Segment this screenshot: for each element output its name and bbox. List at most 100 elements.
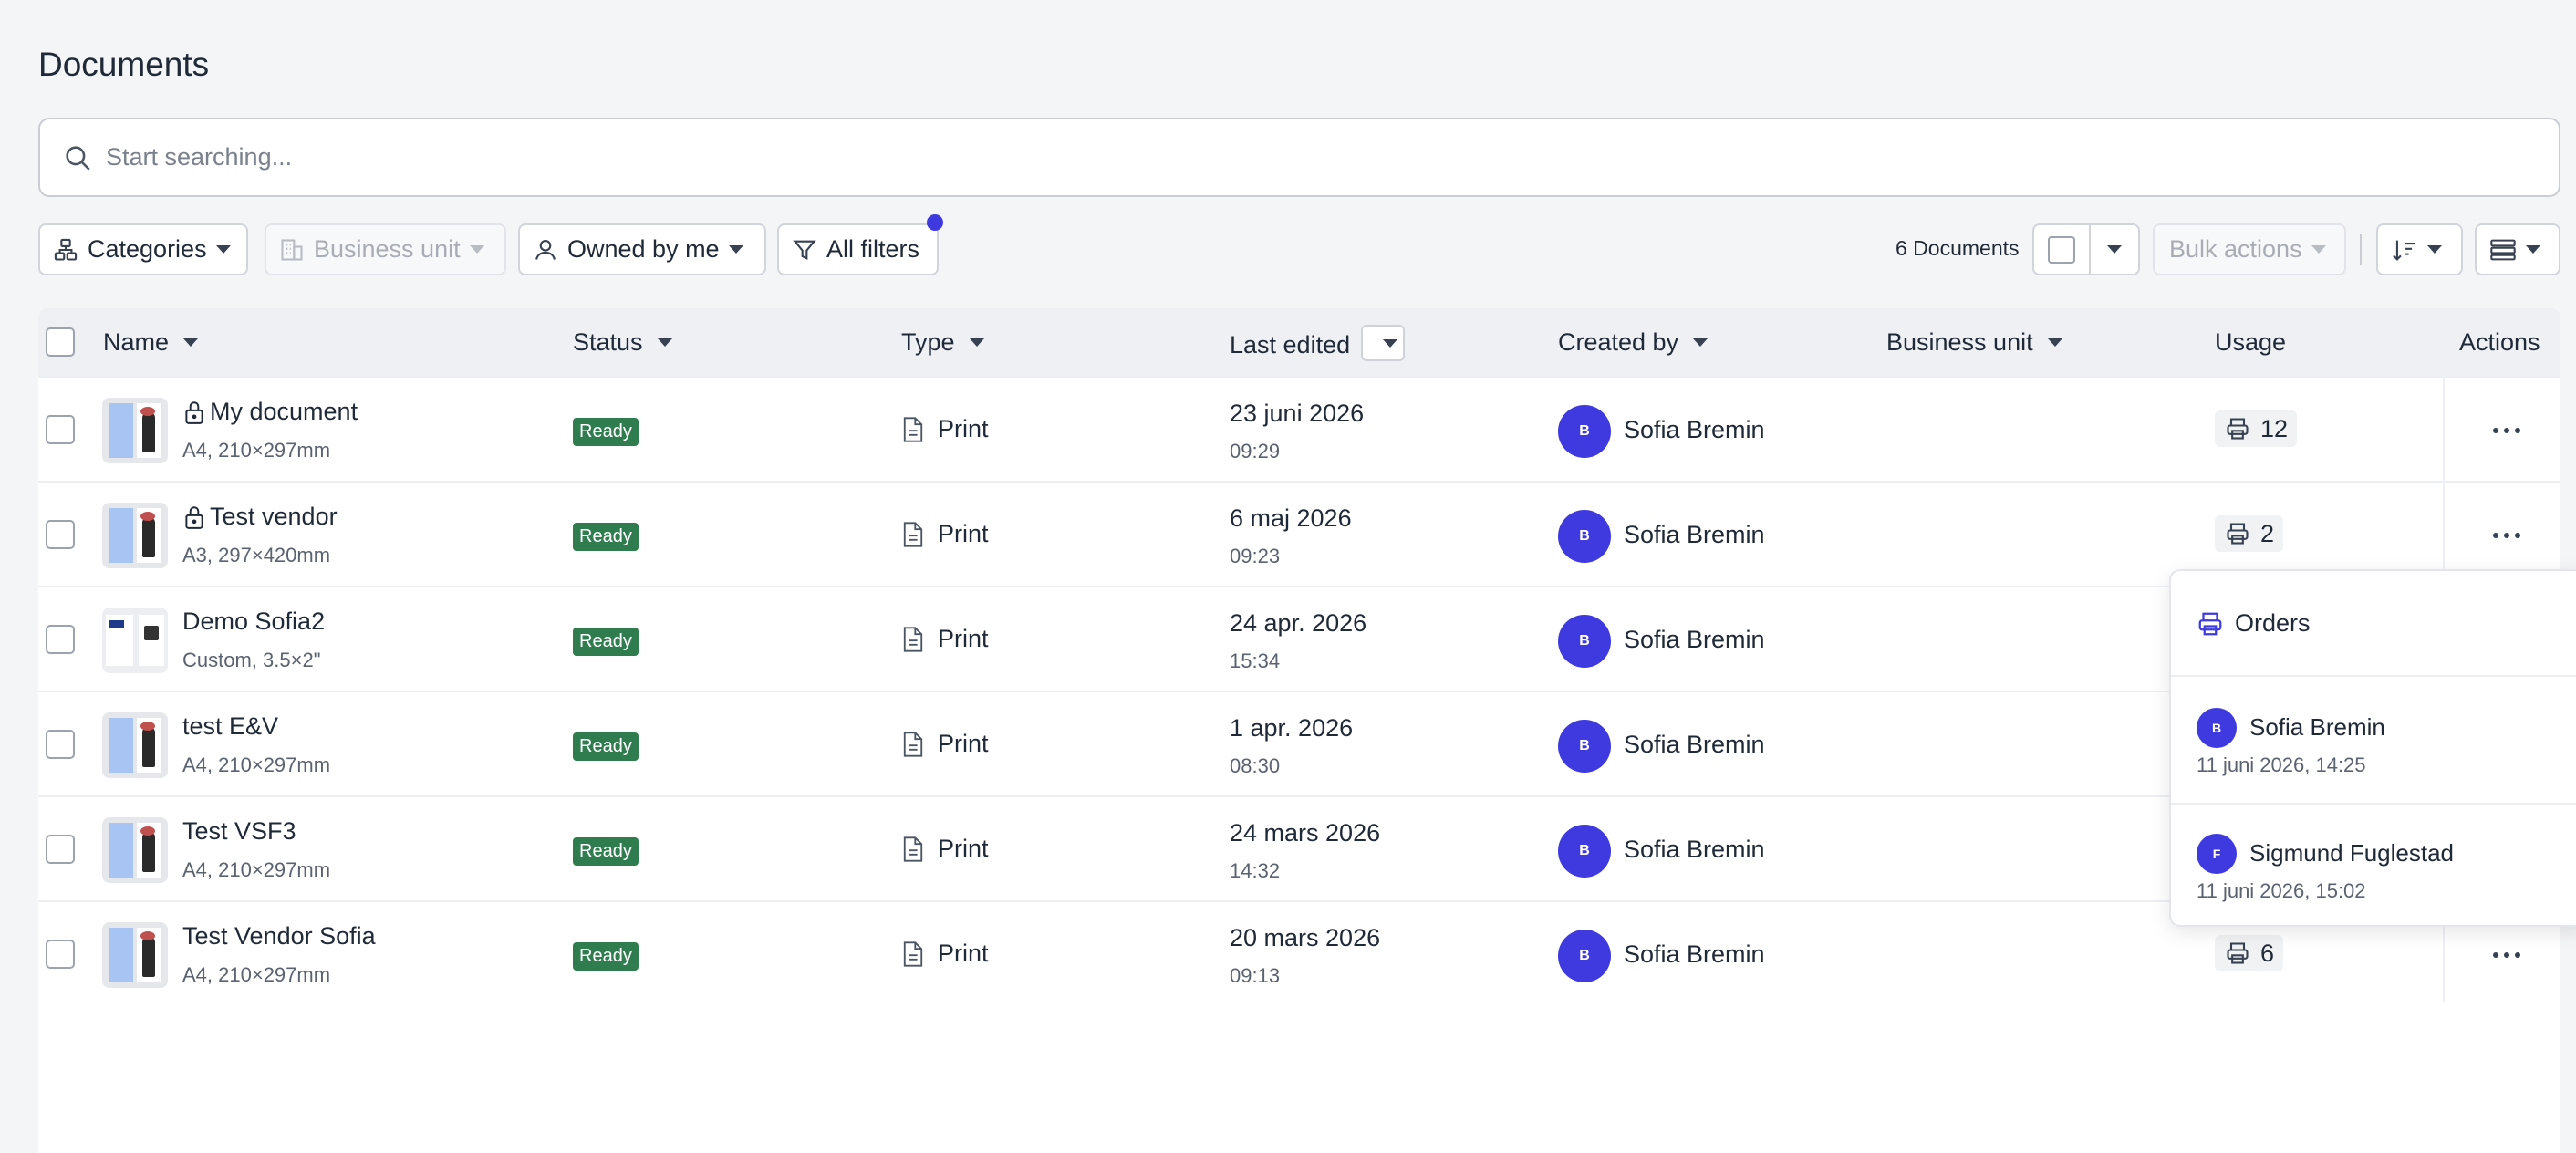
chevron-down-icon xyxy=(1383,338,1398,348)
usage-count: 12 xyxy=(2260,414,2289,442)
document-name[interactable]: Demo Sofia2 xyxy=(182,608,325,636)
document-icon xyxy=(903,836,923,862)
bulk-actions-label: Bulk actions xyxy=(2169,235,2302,263)
lock-icon xyxy=(185,505,203,529)
column-header-usage: Usage xyxy=(2215,328,2286,357)
search-bar[interactable] xyxy=(38,118,2560,197)
row-select-checkbox[interactable] xyxy=(46,940,75,969)
select-all-toggle[interactable] xyxy=(2032,223,2140,275)
last-edited-date: 24 apr. 2026 xyxy=(1230,609,1367,637)
document-thumbnail[interactable] xyxy=(102,922,168,988)
usage-count-button[interactable]: 12 xyxy=(2215,410,2298,447)
creator-name: Sofia Bremin xyxy=(1624,836,1765,863)
column-header-label: Actions xyxy=(2459,328,2540,356)
avatar: B xyxy=(1558,615,1611,668)
select-all-checkbox[interactable] xyxy=(2048,235,2075,264)
owned-by-label: Owned by me xyxy=(567,235,720,263)
table-row[interactable]: My document A4, 210×297mm Ready Print 23 jun… xyxy=(38,376,2560,481)
document-type: Print xyxy=(901,835,989,863)
status-badge: Ready xyxy=(573,523,639,551)
document-name[interactable]: test E&V xyxy=(182,712,278,741)
filter-icon xyxy=(793,240,816,260)
row-select-checkbox[interactable] xyxy=(46,625,75,654)
search-input[interactable] xyxy=(106,143,2477,171)
column-header-label: Last edited xyxy=(1230,330,1351,358)
document-thumbnail[interactable] xyxy=(102,712,168,778)
sort-dropdown[interactable] xyxy=(2376,223,2463,275)
row-select-checkbox[interactable] xyxy=(46,415,75,444)
document-thumbnail[interactable] xyxy=(102,503,168,568)
document-type-label: Print xyxy=(938,520,989,547)
more-icon xyxy=(2493,952,2498,958)
more-actions-button[interactable] xyxy=(2488,937,2525,973)
view-options-dropdown[interactable] xyxy=(2475,223,2560,275)
column-header-type[interactable]: Type xyxy=(901,328,984,357)
document-size: Custom, 3.5×2" xyxy=(182,649,321,671)
business-unit-dropdown[interactable]: Business unit xyxy=(265,223,506,275)
chevron-down-icon xyxy=(1693,338,1709,347)
last-edited-date: 20 mars 2026 xyxy=(1230,924,1381,951)
usage-count-button[interactable]: 6 xyxy=(2215,935,2284,971)
creator-name: Sofia Bremin xyxy=(1624,521,1765,548)
document-name-text: Test VSF3 xyxy=(182,817,296,845)
document-thumbnail[interactable] xyxy=(102,398,168,463)
last-edited-time: 15:34 xyxy=(1230,649,1281,672)
header-select-checkbox[interactable] xyxy=(46,327,75,357)
document-thumbnail[interactable] xyxy=(102,817,168,883)
document-type: Print xyxy=(901,625,989,653)
document-type: Print xyxy=(901,520,989,548)
order-user-name: Sofia Bremin xyxy=(2249,713,2385,741)
row-select-checkbox[interactable] xyxy=(46,730,75,759)
orders-popover-header: Orders xyxy=(2197,609,2311,638)
chevron-down-icon xyxy=(2107,245,2122,254)
document-name[interactable]: Test vendor xyxy=(182,503,338,531)
chevron-down-icon xyxy=(2047,338,2062,347)
sort-toggle[interactable] xyxy=(1361,325,1406,361)
document-icon xyxy=(903,416,923,442)
column-header-status[interactable]: Status xyxy=(573,328,672,357)
bulk-actions-dropdown[interactable]: Bulk actions xyxy=(2153,223,2346,275)
popover-divider xyxy=(2171,675,2576,677)
document-type-label: Print xyxy=(938,415,989,442)
avatar: B xyxy=(1558,405,1611,458)
last-edited-date: 1 apr. 2026 xyxy=(1230,714,1354,742)
chevron-down-icon xyxy=(657,338,672,347)
chevron-down-icon xyxy=(969,338,984,347)
document-type-label: Print xyxy=(938,625,989,652)
owned-by-dropdown[interactable]: Owned by me xyxy=(518,223,766,275)
select-menu-toggle[interactable] xyxy=(2091,245,2138,254)
column-header-last-edited[interactable]: Last edited xyxy=(1230,325,1406,361)
document-thumbnail[interactable] xyxy=(102,608,168,673)
all-filters-button[interactable]: All filters xyxy=(777,223,939,275)
lock-icon xyxy=(185,400,203,424)
document-name[interactable]: My document xyxy=(182,398,358,426)
row-select-checkbox[interactable] xyxy=(46,835,75,864)
document-name[interactable]: Test Vendor Sofia xyxy=(182,922,376,950)
column-header-created-by[interactable]: Created by xyxy=(1558,328,1709,357)
usage-count: 6 xyxy=(2260,939,2275,967)
more-actions-button[interactable] xyxy=(2488,412,2525,449)
document-name[interactable]: Test VSF3 xyxy=(182,817,296,846)
last-edited-time: 08:30 xyxy=(1230,754,1281,777)
document-type: Print xyxy=(901,730,989,758)
column-header-label: Type xyxy=(901,328,955,356)
orders-popover: Orders B Sofia Bremin 11 juni 2026, 14:2… xyxy=(2169,569,2576,927)
last-edited-date: 6 maj 2026 xyxy=(1230,504,1352,532)
row-select-checkbox[interactable] xyxy=(46,520,75,549)
column-header-business-unit[interactable]: Business unit xyxy=(1886,328,2062,357)
more-actions-button[interactable] xyxy=(2488,517,2525,554)
usage-count-button[interactable]: 2 xyxy=(2215,515,2284,552)
printer-icon xyxy=(2227,418,2249,440)
column-header-name[interactable]: Name xyxy=(103,328,199,357)
column-header-label: Created by xyxy=(1558,328,1679,356)
select-all-checkbox-area[interactable] xyxy=(2034,225,2091,274)
categories-dropdown[interactable]: Categories xyxy=(38,223,248,275)
avatar: B xyxy=(1558,510,1611,563)
column-header-actions: Actions xyxy=(2459,328,2540,357)
document-icon xyxy=(903,626,923,652)
filter-toolbar: Categories Business unit Owned by me All… xyxy=(38,214,2560,275)
search-icon xyxy=(66,145,90,171)
document-size: A4, 210×297mm xyxy=(182,439,331,462)
business-unit-label: Business unit xyxy=(314,235,461,263)
printer-icon xyxy=(2227,523,2249,545)
